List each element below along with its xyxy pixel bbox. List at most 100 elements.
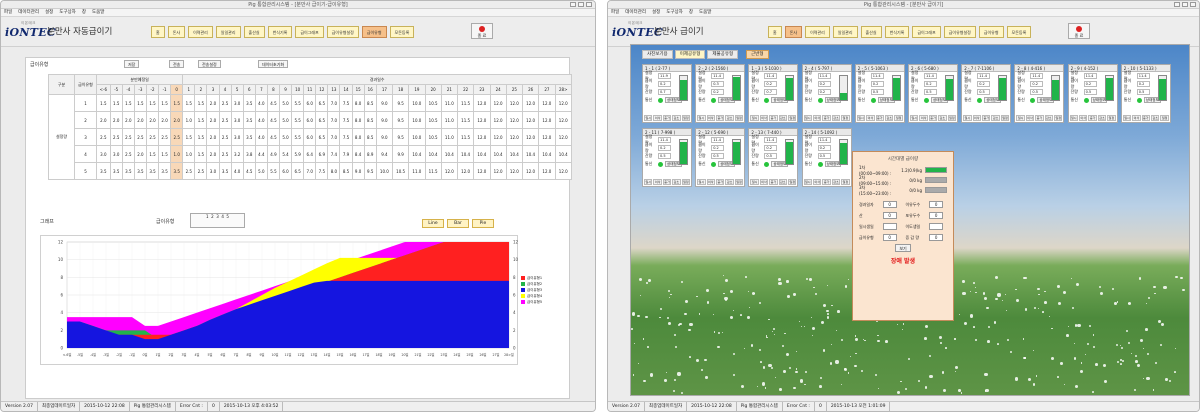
- feed-amount-cell[interactable]: 6.0: [278, 162, 293, 180]
- card-action-button[interactable]: 증가: [662, 179, 672, 185]
- feed-amount-cell[interactable]: 12.0: [473, 162, 491, 180]
- card-action-button[interactable]: 일시: [644, 179, 653, 185]
- feed-amount-cell[interactable]: 5.5: [266, 162, 281, 180]
- feed-amount-cell[interactable]: 9.0: [375, 94, 394, 112]
- feed-amount-cell[interactable]: 10.4: [521, 145, 540, 163]
- card-action-button[interactable]: 일시: [803, 179, 812, 185]
- feed-amount-cell[interactable]: 11.5: [456, 94, 475, 112]
- nav-tab[interactable]: 일일관리: [215, 26, 241, 38]
- feeder-card[interactable]: 1 - 3 ( 5-1030 ) 설정량 11.4 급이량 0.2 잔량 0.7 통신 상태정보…: [748, 64, 799, 123]
- exit-button[interactable]: 종 료: [471, 23, 493, 39]
- feed-amount-cell[interactable]: 3.5: [170, 162, 184, 180]
- feed-amount-cell[interactable]: 8.5: [363, 94, 377, 112]
- menu-file[interactable]: 파일: [611, 9, 619, 16]
- feed-amount-cell[interactable]: 10.4: [424, 145, 442, 163]
- feed-amount-cell[interactable]: 1.5: [109, 94, 123, 112]
- maximize-button[interactable]: [578, 2, 584, 7]
- close-button[interactable]: [1190, 2, 1196, 7]
- feed-amount-cell[interactable]: 11.5: [456, 128, 475, 146]
- card-action-button[interactable]: 이삭: [1079, 115, 1088, 121]
- feed-amount-cell[interactable]: 2.5: [96, 128, 111, 146]
- feeder-card[interactable]: 2 - 9 ( 4-152 ) 설정량 11.4 급이량 0.2 잔량 0.5 통신 상태정보 일…: [1067, 64, 1118, 123]
- feed-amount-cell[interactable]: 6.0: [303, 128, 317, 146]
- card-action-button[interactable]: 증가: [875, 115, 885, 121]
- feeder-card[interactable]: 2 - 12 ( 5-690 ) 설정량 11.4 급이량 0.2 잔량 0.5 통신 상태정보…: [695, 128, 746, 187]
- feed-amount-cell[interactable]: 6.5: [315, 111, 329, 129]
- card-action-button[interactable]: 감소: [672, 115, 681, 121]
- card-action-button[interactable]: 일시: [644, 115, 653, 121]
- feed-amount-cell[interactable]: 5.9: [291, 145, 305, 163]
- feed-amount-cell[interactable]: 10.4: [489, 145, 507, 163]
- feed-amount-cell[interactable]: 3.5: [242, 94, 256, 112]
- feed-amount-cell[interactable]: 12.0: [554, 128, 572, 146]
- feed-amount-cell[interactable]: 12.0: [554, 162, 572, 180]
- feed-amount-cell[interactable]: 2.5: [109, 128, 123, 146]
- menu-settings[interactable]: 설정: [45, 9, 53, 16]
- card-action-button[interactable]: 감소: [991, 115, 1000, 121]
- card-action-button[interactable]: 증가: [1088, 115, 1097, 121]
- feed-amount-cell[interactable]: 4.0: [230, 162, 244, 180]
- feed-amount-cell[interactable]: 9.0: [375, 111, 394, 129]
- feed-amount-cell[interactable]: 4.4: [254, 145, 268, 163]
- feed-amount-cell[interactable]: 2.0: [109, 111, 123, 129]
- feed-type-selector[interactable]: 1 2 3 4 5: [190, 213, 245, 228]
- card-action-button[interactable]: 일시: [963, 115, 972, 121]
- detail-value-input[interactable]: 0: [882, 234, 897, 241]
- card-action-button[interactable]: 감소: [778, 115, 788, 121]
- menu-help[interactable]: 도움말: [699, 9, 711, 16]
- menu-help[interactable]: 도움말: [92, 9, 104, 16]
- card-action-button[interactable]: 일정: [681, 115, 691, 121]
- card-action-button[interactable]: 일정: [788, 115, 797, 121]
- feed-amount-cell[interactable]: 1.5: [96, 94, 111, 112]
- card-action-button[interactable]: 증가: [822, 115, 831, 121]
- menu-file[interactable]: 파일: [4, 9, 12, 16]
- feed-amount-cell[interactable]: 3.5: [158, 162, 172, 180]
- feed-amount-cell[interactable]: 7.5: [339, 128, 353, 146]
- card-action-button[interactable]: 증가: [1035, 115, 1044, 121]
- card-action-button[interactable]: 증가: [1141, 115, 1151, 121]
- nav-tab[interactable]: 출산실: [860, 26, 882, 38]
- close-button[interactable]: [586, 2, 592, 7]
- feed-amount-cell[interactable]: 2.0: [206, 111, 220, 129]
- feed-amount-cell[interactable]: 6.5: [291, 162, 305, 180]
- feed-amount-cell[interactable]: 6.0: [303, 94, 317, 112]
- feed-amount-cell[interactable]: 3.5: [145, 162, 160, 180]
- feed-amount-cell[interactable]: 9.0: [351, 162, 365, 180]
- feed-amount-cell[interactable]: 3.2: [230, 145, 244, 163]
- card-action-button[interactable]: 일정: [841, 115, 850, 121]
- feed-amount-cell[interactable]: 10.0: [408, 111, 426, 129]
- menu-tools[interactable]: 도구상자: [59, 9, 76, 16]
- feed-amount-cell[interactable]: 1.5: [145, 94, 160, 112]
- card-action-button[interactable]: 이삭: [759, 179, 769, 185]
- feed-amount-cell[interactable]: 1.0: [170, 145, 184, 163]
- feed-amount-cell[interactable]: 12.0: [456, 162, 475, 180]
- feed-amount-cell[interactable]: 12.0: [521, 94, 540, 112]
- feed-amount-cell[interactable]: 8.5: [339, 162, 353, 180]
- card-action-button[interactable]: 이삭: [653, 179, 662, 185]
- detail-value-input[interactable]: [929, 223, 944, 230]
- feed-amount-cell[interactable]: 8.9: [363, 145, 377, 163]
- feed-amount-cell[interactable]: 8.4: [351, 145, 365, 163]
- card-action-button[interactable]: 감소: [672, 179, 681, 185]
- feed-amount-cell[interactable]: 7.5: [339, 94, 353, 112]
- nav-tab[interactable]: 돈사: [167, 26, 186, 38]
- card-action-button[interactable]: 이삭: [653, 115, 662, 121]
- menu-data[interactable]: 데이터관리: [18, 9, 39, 16]
- feed-amount-cell[interactable]: 6.4: [303, 145, 317, 163]
- feed-amount-cell[interactable]: 12.0: [440, 162, 459, 180]
- nav-tab[interactable]: 홈: [768, 26, 782, 38]
- feed-amount-cell[interactable]: 2.5: [133, 128, 147, 146]
- feed-amount-cell[interactable]: 12.0: [489, 162, 507, 180]
- save-button[interactable]: 저장: [124, 60, 140, 68]
- feed-amount-cell[interactable]: 7.5: [315, 162, 329, 180]
- feed-amount-cell[interactable]: 5.0: [278, 94, 293, 112]
- card-action-button[interactable]: 일정: [734, 115, 744, 121]
- feed-amount-cell[interactable]: 5.4: [278, 145, 293, 163]
- feed-amount-cell[interactable]: 10.5: [424, 94, 442, 112]
- feed-amount-cell[interactable]: 2.0: [206, 128, 220, 146]
- card-action-button[interactable]: 증가: [662, 115, 672, 121]
- feed-amount-cell[interactable]: 1.5: [145, 145, 160, 163]
- feed-amount-cell[interactable]: 9.0: [375, 128, 394, 146]
- card-action-button[interactable]: 일시: [1069, 115, 1078, 121]
- feed-amount-cell[interactable]: 10.5: [391, 162, 410, 180]
